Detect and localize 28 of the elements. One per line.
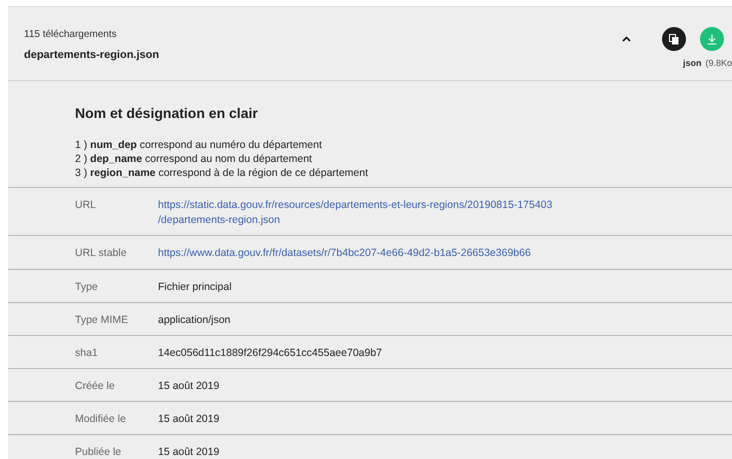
detail-value: application/json	[158, 313, 230, 327]
detail-label: Publiée le	[74, 445, 122, 459]
detail-value: 15 août 2019	[158, 379, 220, 393]
detail-label: sha1	[74, 346, 99, 360]
file-format: json	[682, 57, 702, 70]
detail-value: 14ec056d11c1889f26f294c651cc455aee70a9b7	[158, 346, 382, 360]
detail-label: Créée le	[74, 379, 116, 393]
detail-value: 15 août 2019	[158, 412, 220, 426]
detail-value: 15 août 2019	[158, 445, 220, 459]
description-title: Nom et désignation en clair	[75, 104, 259, 123]
detail-link[interactable]: https://www.data.gouv.fr/fr/datasets/r/7b4bc207-4e66-49d2-b1a5-26653e369b66	[158, 246, 531, 261]
download-icon	[707, 34, 717, 44]
description-line: 2 ) dep_name correspond au nom du département	[75, 152, 313, 166]
copy-button[interactable]	[662, 27, 686, 51]
detail-label: URL stable	[74, 246, 128, 261]
file-size: (9.8Ko	[705, 57, 732, 70]
detail-link[interactable]: https://static.data.gouv.fr/resources/departements-et-leurs-regions/20190815-175403 /departements-region.json	[158, 198, 552, 228]
file-name: departements-region.json	[24, 48, 160, 63]
description-line: 1 ) num_dep correspond au numéro du département	[75, 138, 323, 152]
copy-icon	[669, 34, 679, 44]
detail-label: URL	[74, 198, 98, 213]
description-line: 3 ) region_name correspond à de la région de ce département	[75, 166, 370, 180]
detail-label: Modifiée le	[74, 412, 127, 426]
detail-label: Type MIME	[74, 313, 130, 327]
detail-label: Type	[74, 280, 99, 294]
detail-value: Fichier principal	[158, 280, 232, 294]
download-count: 115 téléchargements	[24, 28, 118, 42]
chevron-up-icon	[622, 36, 630, 42]
